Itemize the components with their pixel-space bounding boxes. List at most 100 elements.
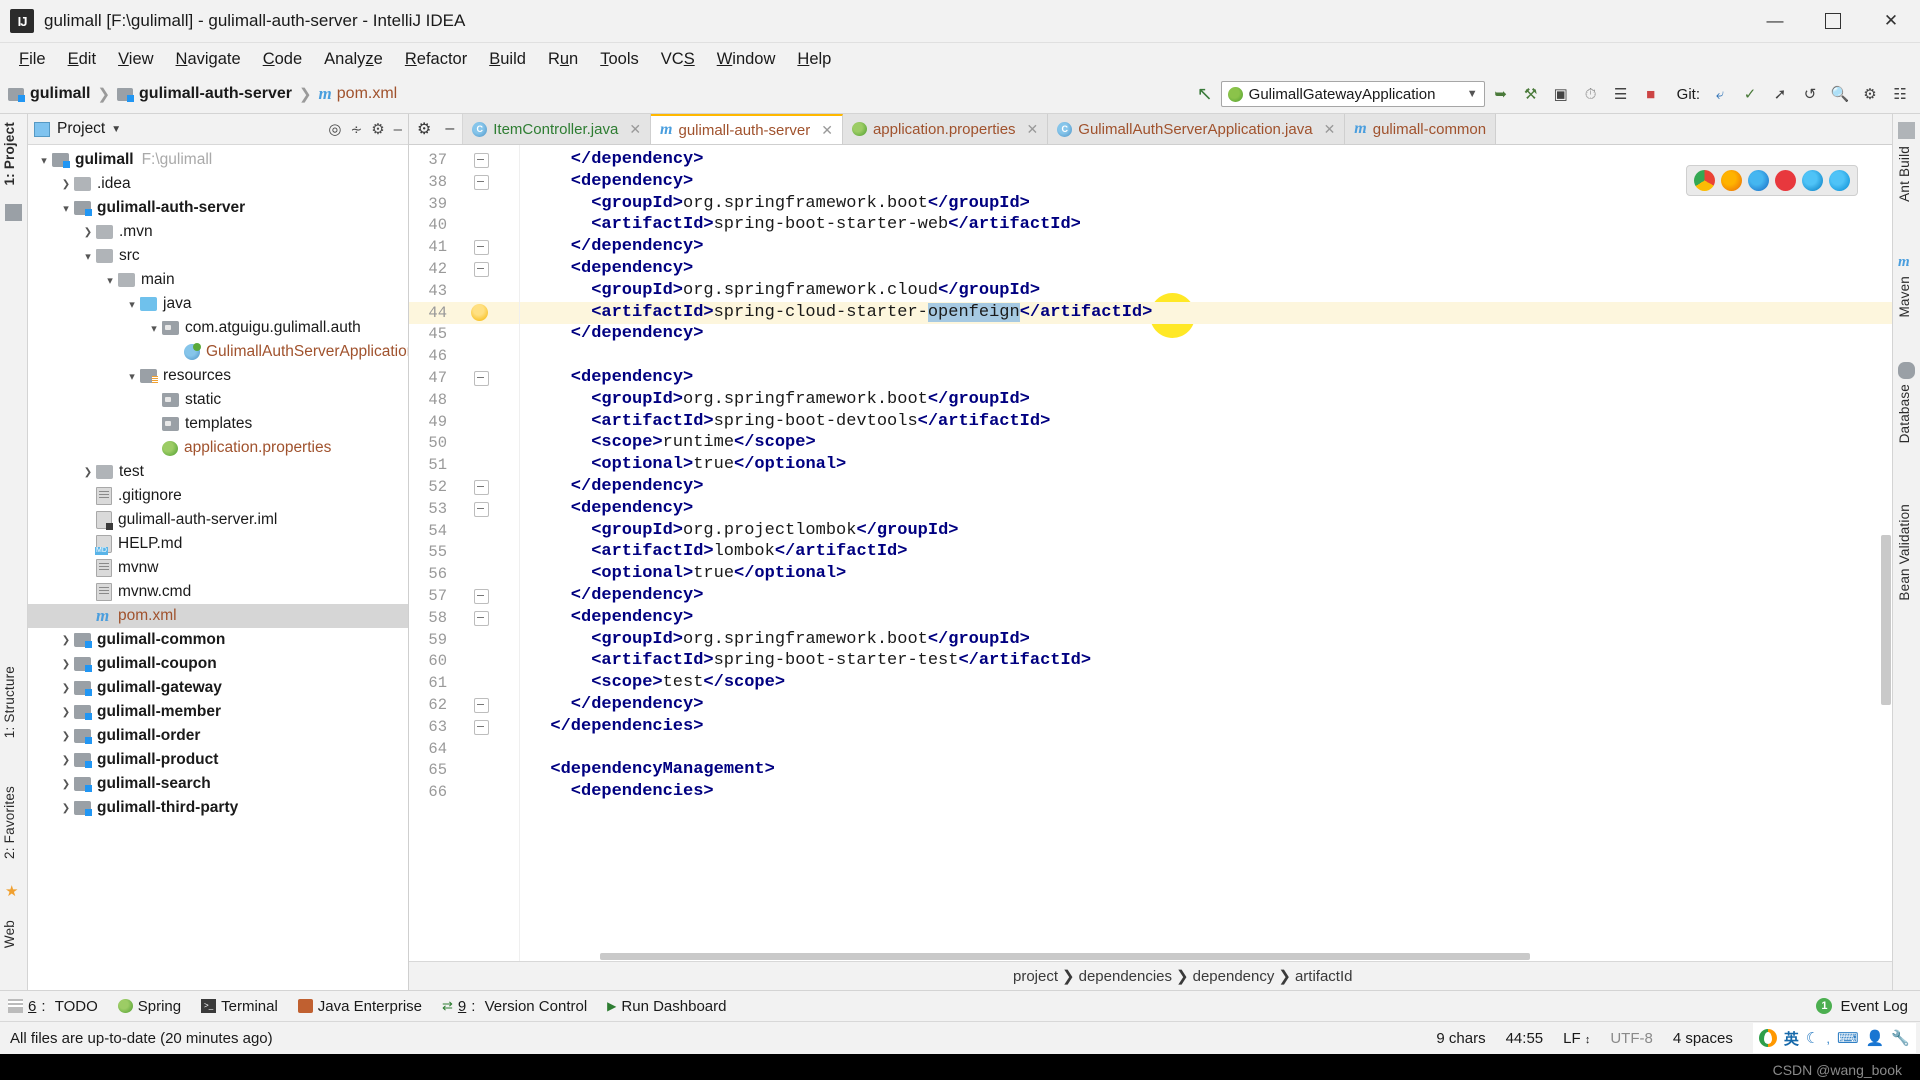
tree-item-java[interactable]: java xyxy=(28,292,408,316)
code-fold-icon[interactable] xyxy=(474,262,489,277)
breadcrumb-dependency[interactable]: dependency xyxy=(1189,968,1279,985)
tree-item-gulimall-order[interactable]: gulimall-order xyxy=(28,724,408,748)
code-fold-icon[interactable] xyxy=(474,371,489,386)
run-icon[interactable]: ➥ xyxy=(1487,81,1515,107)
code-editor[interactable]: 37 38 39 40 41 42 43 44 45 46 47 48 49 50 51 52 53 54 55 56… xyxy=(409,145,1892,961)
menu-analyze[interactable]: Analyze xyxy=(313,46,394,73)
tree-item-application-properties[interactable]: application.properties xyxy=(28,436,408,460)
chevron-right-icon[interactable] xyxy=(58,682,74,694)
code-line[interactable]: <dependencyManagement> xyxy=(550,759,774,781)
sidebar-item-favorites[interactable]: 2: Favorites xyxy=(2,786,17,859)
chevron-right-icon[interactable] xyxy=(58,634,74,646)
chevron-right-icon[interactable] xyxy=(58,778,74,790)
code-line[interactable]: <scope>runtime</scope> xyxy=(591,432,815,454)
code-line[interactable]: </dependency> xyxy=(571,323,704,345)
search-everywhere-icon[interactable]: 🔍 xyxy=(1826,81,1854,107)
menu-vcs[interactable]: VCS xyxy=(650,46,706,73)
menu-navigate[interactable]: Navigate xyxy=(165,46,252,73)
hide-icon[interactable]: – xyxy=(394,121,402,138)
code-line[interactable]: </dependency> xyxy=(571,149,704,171)
ie-icon[interactable] xyxy=(1829,170,1850,191)
tree-item-main[interactable]: main xyxy=(28,268,408,292)
project-tree[interactable]: gulimall F:\gulimall .idea gulimall-auth-se… xyxy=(28,145,408,990)
code-line[interactable]: <dependency> xyxy=(571,498,693,520)
commit-icon[interactable]: ✓ xyxy=(1736,81,1764,107)
structure-rail-icon[interactable] xyxy=(5,204,22,221)
code-line[interactable]: </dependencies> xyxy=(550,716,703,738)
chevron-right-icon[interactable] xyxy=(58,658,74,670)
tree-item-gulimallauthserverapplication[interactable]: GulimallAuthServerApplication xyxy=(28,340,408,364)
settings-icon[interactable]: ⚙ xyxy=(1856,81,1884,107)
chevron-down-icon[interactable] xyxy=(124,298,140,311)
tree-item-gulimall-coupon[interactable]: gulimall-coupon xyxy=(28,652,408,676)
edge-legacy-icon[interactable] xyxy=(1802,170,1823,191)
tree-item-static[interactable]: static xyxy=(28,388,408,412)
code-fold-icon[interactable] xyxy=(474,719,489,735)
menu-edit[interactable]: Edit xyxy=(57,46,107,73)
tree-item-mvnw[interactable]: mvnw xyxy=(28,556,408,580)
tree-item-gulimall-auth-server[interactable]: gulimall-auth-server xyxy=(28,196,408,220)
close-icon[interactable]: ✕ xyxy=(1027,121,1039,138)
maven-rail-icon[interactable]: m xyxy=(1898,254,1915,271)
code-line[interactable]: <scope>test</scope> xyxy=(591,672,785,694)
code-line[interactable]: <groupId>org.springframework.cloud</grou… xyxy=(591,280,1040,302)
tree-item-help-md[interactable]: HELP.md xyxy=(28,532,408,556)
tree-item-gulimall-common[interactable]: gulimall-common xyxy=(28,628,408,652)
editor-gutter[interactable]: 37 38 39 40 41 42 43 44 45 46 47 48 49 50 51 52 53 54 55 56… xyxy=(409,145,520,961)
firefox-icon[interactable] xyxy=(1721,170,1742,191)
menu-code[interactable]: Code xyxy=(252,46,313,73)
tree-item-mvnw-cmd[interactable]: mvnw.cmd xyxy=(28,580,408,604)
editor-horizontal-scrollbar[interactable] xyxy=(520,951,1879,961)
menu-refactor[interactable]: Refactor xyxy=(394,46,478,73)
tree-item-gulimall-auth-server-iml[interactable]: gulimall-auth-server.iml xyxy=(28,508,408,532)
profile-icon[interactable]: ⏱ xyxy=(1577,81,1605,107)
tool-window-version-control[interactable]: ⇄ 9: Version Control xyxy=(442,998,587,1015)
sidebar-item-database[interactable]: Database xyxy=(1897,384,1912,443)
tree-item--idea[interactable]: .idea xyxy=(28,172,408,196)
code-line[interactable]: <artifactId>spring-cloud-starter-openfei… xyxy=(591,302,1152,324)
breadcrumb-artifactid[interactable]: artifactId xyxy=(1291,968,1357,985)
chevron-right-icon[interactable] xyxy=(80,466,96,478)
code-line[interactable]: <dependency> xyxy=(571,607,693,629)
event-log-label[interactable]: Event Log xyxy=(1840,998,1908,1015)
maximize-button[interactable] xyxy=(1804,0,1862,42)
locate-icon[interactable]: ◎ xyxy=(328,120,341,138)
update-project-icon[interactable]: ⤶ xyxy=(1706,81,1734,107)
menu-file[interactable]: File xyxy=(8,46,57,73)
edge-chromium-icon[interactable] xyxy=(1748,170,1769,191)
sidebar-item-maven[interactable]: Maven xyxy=(1897,276,1912,318)
tree-item--mvn[interactable]: .mvn xyxy=(28,220,408,244)
settings-icon[interactable]: ⚙ xyxy=(371,120,384,138)
code-fold-icon[interactable] xyxy=(474,153,489,168)
caret-position[interactable]: 44:55 xyxy=(1506,1030,1544,1047)
code-fold-icon[interactable] xyxy=(474,480,489,495)
code-line[interactable]: </dependency> xyxy=(571,585,704,607)
tree-item-com-atguigu-gulimall-auth[interactable]: com.atguigu.gulimall.auth xyxy=(28,316,408,340)
code-fold-icon[interactable] xyxy=(474,589,489,604)
intention-bulb-icon[interactable] xyxy=(471,303,488,321)
tab-application-properties[interactable]: application.properties ✕ xyxy=(842,114,1049,144)
menu-help[interactable]: Help xyxy=(786,46,842,73)
lang-icon[interactable]: 英 xyxy=(1784,1028,1799,1049)
tab-gulimall-auth-server-application[interactable]: C GulimallAuthServerApplication.java ✕ xyxy=(1048,114,1346,144)
database-icon[interactable] xyxy=(1898,362,1915,379)
code-line[interactable]: </dependency> xyxy=(571,694,704,716)
chevron-right-icon[interactable] xyxy=(58,754,74,766)
code-fold-icon[interactable] xyxy=(474,174,489,190)
back-arrow-icon[interactable]: ↖ xyxy=(1191,81,1219,107)
breadcrumb-item-0[interactable]: gulimall xyxy=(30,85,90,103)
rollback-icon[interactable]: ↺ xyxy=(1796,81,1824,107)
stop-icon[interactable]: ■ xyxy=(1637,81,1665,107)
code-fold-icon[interactable] xyxy=(474,698,489,713)
line-separator[interactable]: LF ↕ xyxy=(1563,1030,1590,1047)
close-icon[interactable]: ✕ xyxy=(629,121,641,138)
layout-icon[interactable]: ☷ xyxy=(1886,81,1914,107)
run-configuration-selector[interactable]: GulimallGatewayApplication ▼ xyxy=(1220,81,1485,107)
ant-icon[interactable] xyxy=(1898,122,1915,139)
code-line[interactable]: <dependency> xyxy=(571,367,693,389)
indent-setting[interactable]: 4 spaces xyxy=(1673,1030,1733,1047)
menu-run[interactable]: Run xyxy=(537,46,589,73)
settings-icon[interactable]: ⚙ xyxy=(417,119,431,139)
moon-icon[interactable]: ☾ xyxy=(1806,1029,1819,1047)
menu-tools[interactable]: Tools xyxy=(589,46,650,73)
